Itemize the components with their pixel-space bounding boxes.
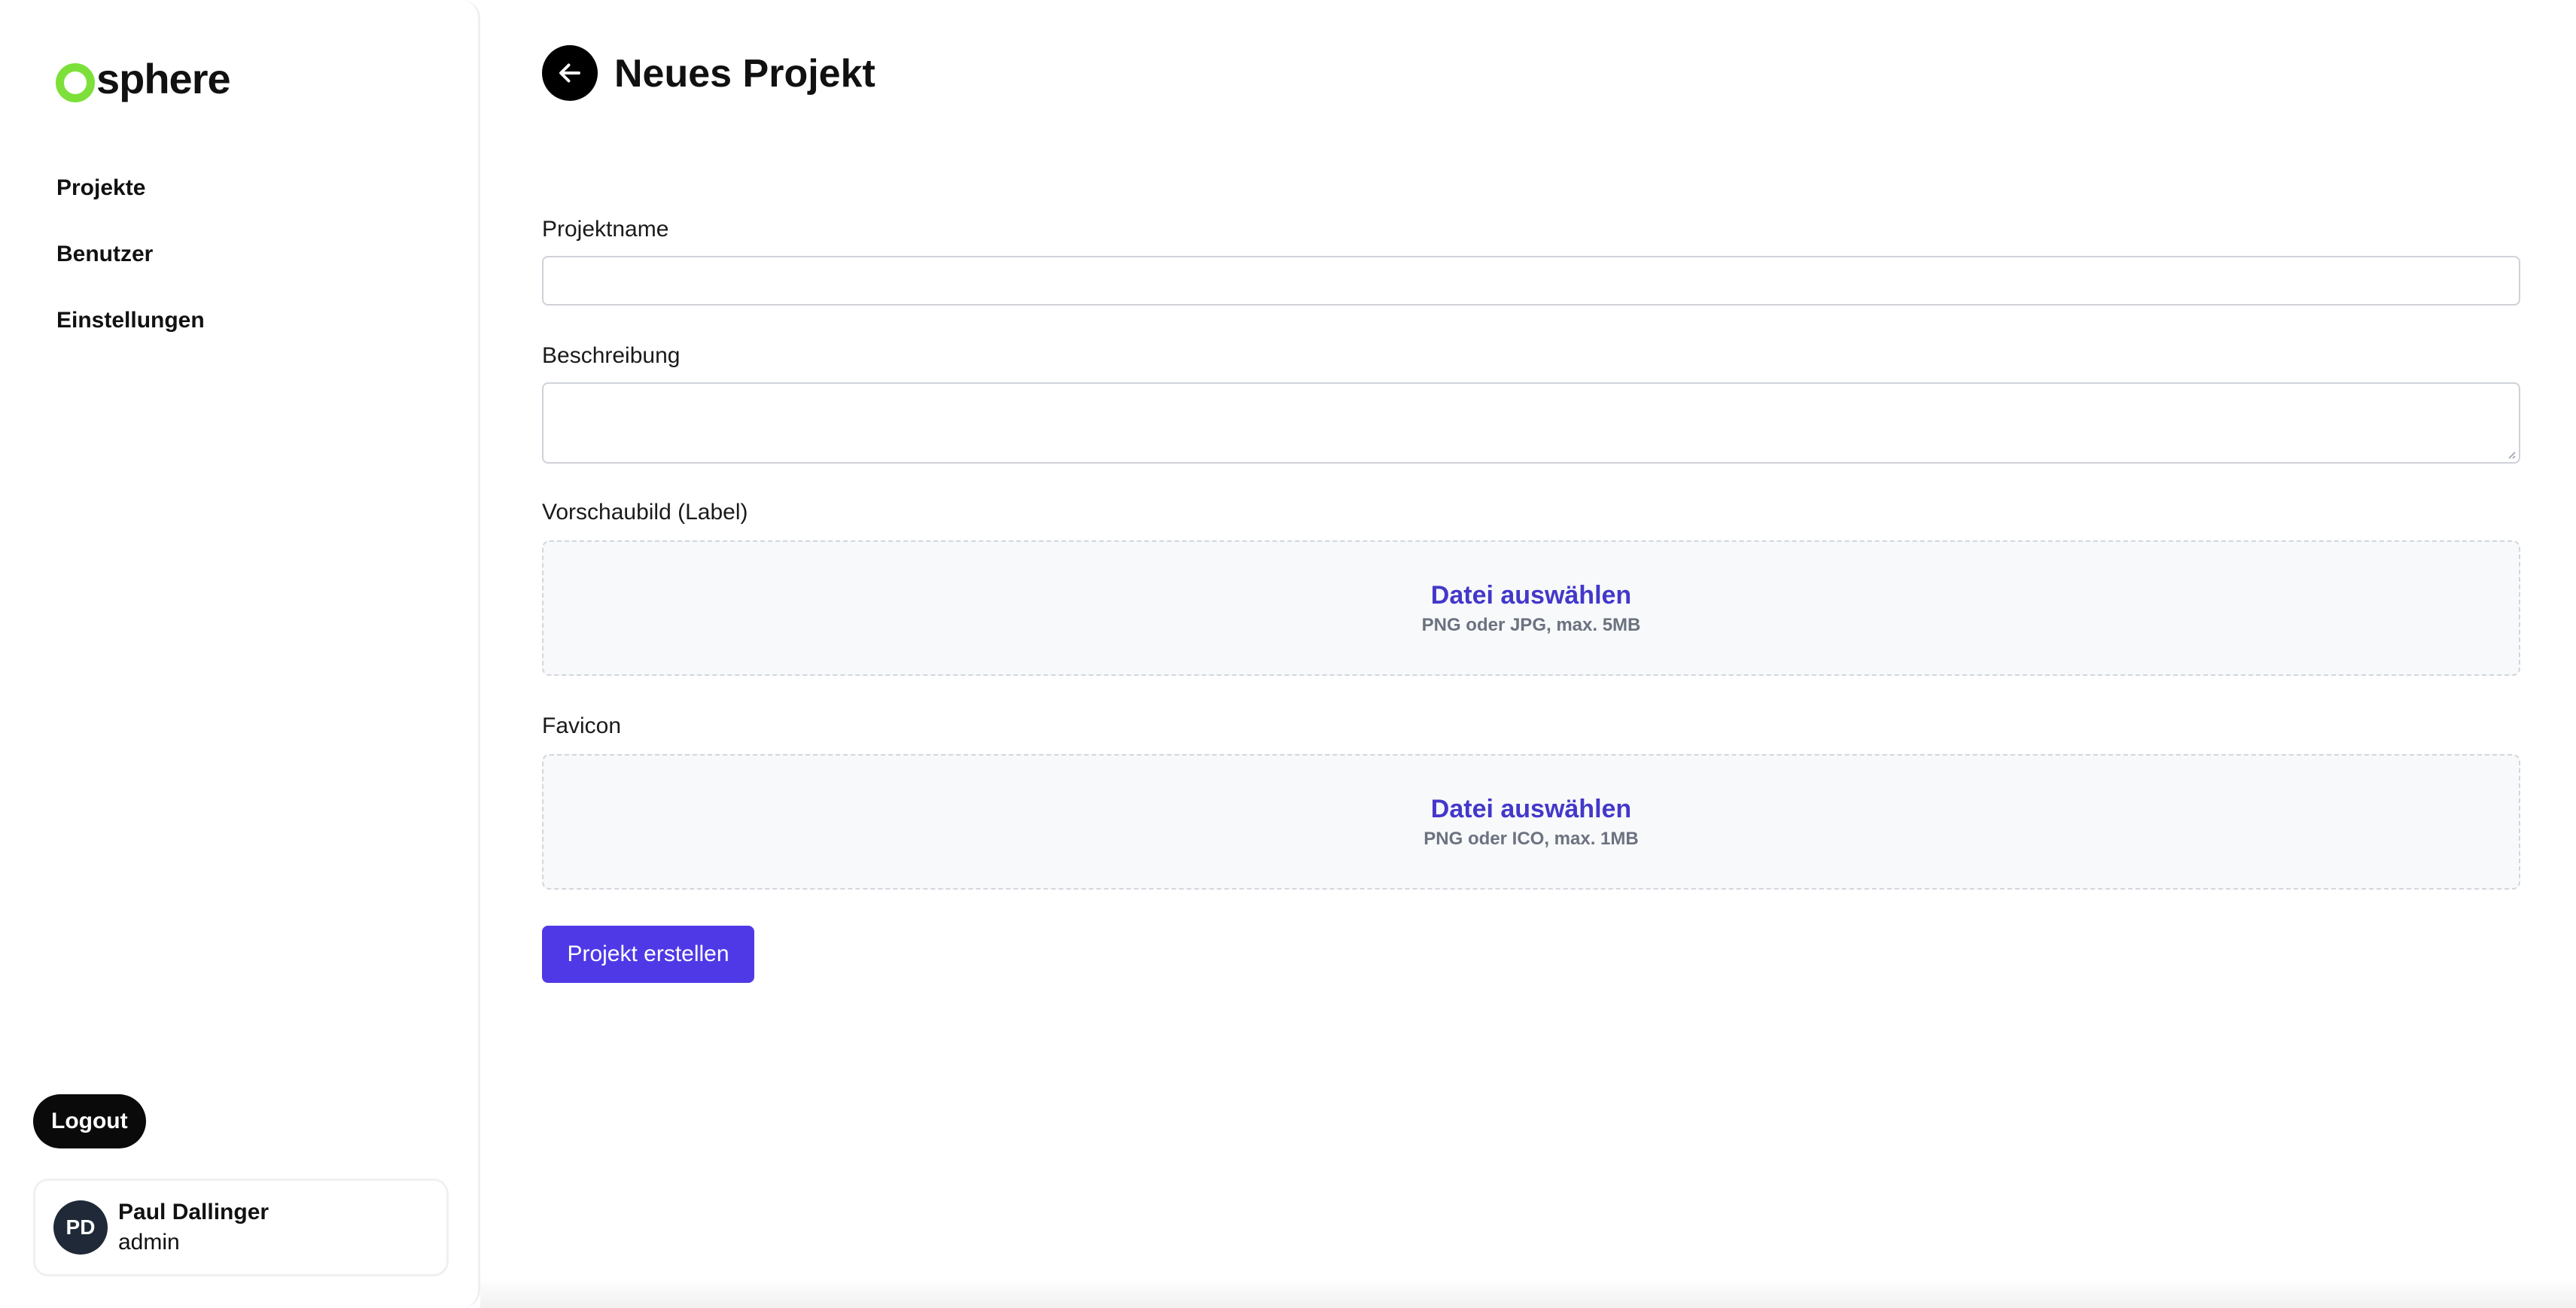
description-label: Beschreibung bbox=[542, 343, 681, 368]
sidebar-item-benutzer[interactable]: Benutzer bbox=[56, 236, 205, 303]
avatar: PD bbox=[53, 1200, 108, 1255]
sidebar: sphere Projekte Benutzer Einstellungen L… bbox=[0, 0, 480, 1308]
back-button[interactable] bbox=[542, 45, 598, 101]
user-name: Paul Dallinger bbox=[118, 1200, 269, 1224]
sidebar-nav: Projekte Benutzer Einstellungen bbox=[56, 170, 205, 369]
preview-image-dropzone[interactable]: Datei auswählen PNG oder JPG, max. 5MB bbox=[542, 540, 2520, 676]
user-role: admin bbox=[118, 1230, 180, 1255]
preview-image-select-link[interactable]: Datei auswählen bbox=[544, 581, 2519, 610]
favicon-label: Favicon bbox=[542, 713, 622, 738]
arrow-left-icon bbox=[559, 63, 580, 83]
logo-text: sphere bbox=[96, 55, 231, 102]
project-name-input[interactable] bbox=[542, 256, 2520, 306]
app-root: sphere Projekte Benutzer Einstellungen L… bbox=[0, 0, 2576, 1308]
logo[interactable]: sphere bbox=[56, 54, 231, 103]
user-card: PD Paul Dallinger admin bbox=[33, 1179, 449, 1276]
preview-image-label: Vorschaubild (Label) bbox=[542, 500, 748, 525]
project-form: Projektname Beschreibung Vorschaubild (L… bbox=[480, 131, 2576, 1308]
favicon-select-link[interactable]: Datei auswählen bbox=[544, 795, 2519, 824]
project-name-label: Projektname bbox=[542, 217, 669, 242]
user-info: Paul Dallinger admin bbox=[118, 1197, 269, 1258]
sidebar-item-projekte[interactable]: Projekte bbox=[56, 170, 205, 236]
resize-grip-icon[interactable] bbox=[2505, 449, 2516, 459]
create-project-button[interactable]: Projekt erstellen bbox=[542, 926, 754, 983]
bottom-shadow bbox=[480, 1278, 2576, 1308]
logout-button[interactable]: Logout bbox=[33, 1094, 146, 1148]
favicon-hint: PNG oder ICO, max. 1MB bbox=[1423, 829, 1639, 849]
favicon-dropzone[interactable]: Datei auswählen PNG oder ICO, max. 1MB bbox=[542, 754, 2520, 890]
logo-ring-icon bbox=[56, 62, 95, 102]
preview-image-hint: PNG oder JPG, max. 5MB bbox=[1421, 615, 1641, 635]
page-header: Neues Projekt bbox=[480, 0, 2576, 131]
main-content: Neues Projekt Projektname Beschreibung V… bbox=[480, 0, 2576, 1308]
sidebar-item-einstellungen[interactable]: Einstellungen bbox=[56, 303, 205, 369]
description-textarea[interactable] bbox=[542, 382, 2520, 464]
page-title: Neues Projekt bbox=[614, 52, 875, 96]
